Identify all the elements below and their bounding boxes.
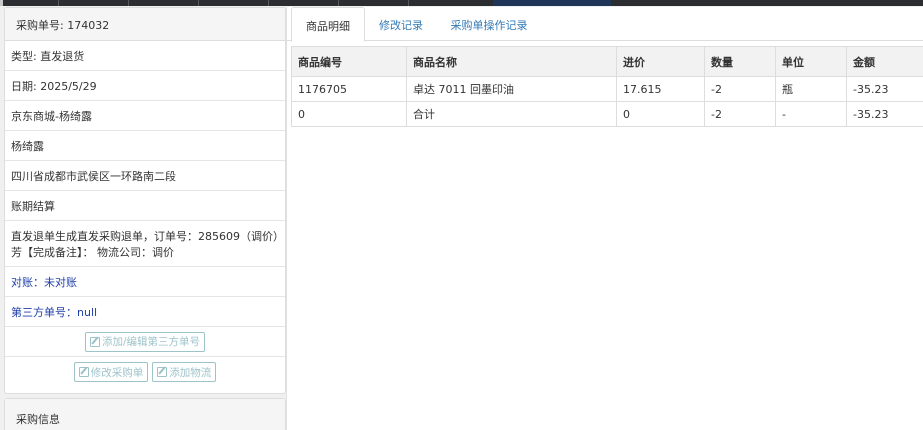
table-cell: 1176705 xyxy=(291,76,407,102)
column-header: 金额 xyxy=(846,46,923,77)
tab-product-details[interactable]: 商品明细 xyxy=(291,7,365,42)
active-nav-tab[interactable] xyxy=(493,0,611,6)
modify-order-button[interactable]: 修改采购单 xyxy=(73,362,149,382)
table-cell: -2 xyxy=(704,76,776,102)
add-edit-third-party-label: 添加/编辑第三方单号 xyxy=(101,336,201,348)
order-date: 日期: 2025/5/29 xyxy=(5,71,285,101)
table-header-row: 商品编号 商品名称 进价 数量 单位 金额 xyxy=(291,46,923,77)
third-party-number: 第三方单号：null xyxy=(5,297,285,327)
table-cell: 0 xyxy=(616,101,705,127)
table-cell: -2 xyxy=(704,101,776,127)
purchase-info-title: 采购信息 xyxy=(5,399,285,430)
table-total-row: 0 合计 0 -2 - -35.23 xyxy=(291,101,923,127)
column-header: 进价 xyxy=(616,46,705,77)
add-logistics-label: 添加物流 xyxy=(169,366,212,379)
table-cell: 合计 xyxy=(406,101,617,127)
column-header: 单位 xyxy=(775,46,847,77)
add-edit-third-party-button[interactable]: 添加/编辑第三方单号 xyxy=(84,331,206,352)
order-action-button-row: 修改采购单 添加物流 xyxy=(5,357,285,387)
customer-name: 杨绮露 xyxy=(5,131,285,161)
edit-icon xyxy=(157,367,168,377)
delivery-address: 四川省成都市武侯区一环路南二段 xyxy=(5,161,285,191)
store-name: 京东商城-杨绮露 xyxy=(5,101,285,131)
order-info-panel: 采购单号: 174032 类型: 直发退货 日期: 2025/5/29 京东商城… xyxy=(0,7,286,430)
order-info-card: 采购单号: 174032 类型: 直发退货 日期: 2025/5/29 京东商城… xyxy=(4,7,286,394)
third-party-button-row: 添加/编辑第三方单号 xyxy=(5,327,285,357)
table-cell: -35.23 xyxy=(846,101,923,127)
payment-method: 账期结算 xyxy=(5,191,285,221)
top-nav-bar xyxy=(0,0,923,6)
table-cell: -35.23 xyxy=(846,76,923,102)
table-cell: 卓达 7011 回墨印油 xyxy=(406,76,617,102)
edit-icon xyxy=(78,367,89,377)
tab-modification-log[interactable]: 修改记录 xyxy=(367,7,435,41)
purchase-info-card[interactable]: 采购信息 xyxy=(4,398,286,430)
modify-order-label: 修改采购单 xyxy=(90,366,144,379)
product-table: 商品编号 商品名称 进价 数量 单位 金额 1176705 卓达 7011 回墨… xyxy=(291,46,923,127)
add-logistics-button[interactable]: 添加物流 xyxy=(152,362,217,382)
order-details-panel: 商品明细 修改记录 采购单操作记录 商品编号 商品名称 进价 数量 单位 金额 … xyxy=(286,7,923,430)
reconcile-status: 对账：未对账 xyxy=(5,267,285,297)
order-number-header: 采购单号: 174032 xyxy=(5,8,285,41)
column-header: 数量 xyxy=(704,46,776,77)
order-note: 直发退单生成直发采购退单，订单号：285609（调价）芳【完成备注】： 物流公司… xyxy=(5,221,285,267)
table-cell: 瓶 xyxy=(775,76,847,102)
table-row: 1176705 卓达 7011 回墨印油 17.615 -2 瓶 -35.23 xyxy=(291,76,923,102)
table-cell: 0 xyxy=(291,101,407,127)
edit-icon xyxy=(89,336,100,347)
column-header: 商品编号 xyxy=(291,46,407,77)
table-cell: - xyxy=(775,101,847,127)
order-type: 类型: 直发退货 xyxy=(5,41,285,71)
detail-tabs: 商品明细 修改记录 采购单操作记录 xyxy=(287,7,923,42)
table-cell: 17.615 xyxy=(616,76,705,102)
column-header: 商品名称 xyxy=(406,46,617,77)
tab-operation-log[interactable]: 采购单操作记录 xyxy=(439,7,539,41)
